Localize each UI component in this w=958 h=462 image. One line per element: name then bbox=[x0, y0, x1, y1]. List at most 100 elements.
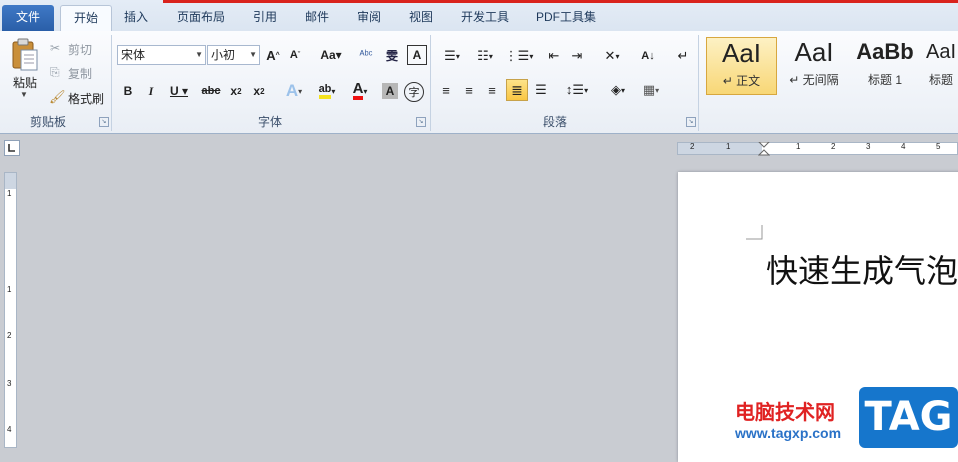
ruler-number: 2 bbox=[690, 142, 695, 151]
font-size-combo[interactable]: 小初 ▼ bbox=[207, 45, 260, 65]
horizontal-ruler[interactable]: 2 1 1 2 3 4 5 bbox=[677, 142, 958, 156]
font-group-label: 字体 bbox=[257, 115, 282, 129]
chevron-down-icon[interactable]: ▼ bbox=[195, 46, 203, 64]
increase-indent-icon[interactable]: ⇥ bbox=[567, 47, 587, 65]
character-shading-icon[interactable]: A bbox=[382, 83, 398, 99]
font-name-value: 宋体 bbox=[121, 48, 146, 62]
style-normal[interactable]: AaI ↵ 正文 bbox=[706, 37, 777, 95]
chinese-layout-icon[interactable]: ✕ ▾ bbox=[598, 47, 626, 65]
tab-file[interactable]: 文件 bbox=[2, 5, 54, 31]
align-left-icon[interactable]: ≡ bbox=[437, 81, 455, 99]
chevron-down-icon[interactable]: ▼ bbox=[249, 46, 257, 64]
sort-icon[interactable]: A↓ bbox=[638, 45, 658, 67]
underline-icon[interactable]: U ▾ bbox=[166, 81, 192, 101]
enclose-characters-icon[interactable]: 字 bbox=[404, 82, 424, 102]
dialog-launcher-icon[interactable]: ↘ bbox=[416, 117, 426, 127]
ruler-margin bbox=[5, 173, 16, 189]
style-name: ↵ 正文 bbox=[722, 74, 761, 88]
highlight-color-icon[interactable]: ab ▾ bbox=[312, 80, 342, 102]
ruler-number: 1 bbox=[726, 142, 731, 151]
ruler-number: 1 bbox=[796, 142, 801, 151]
ruler-number: 2 bbox=[831, 142, 836, 151]
format-painter-button[interactable]: 格式刷 bbox=[68, 90, 104, 107]
shrink-font-icon[interactable]: Aˇ bbox=[287, 46, 303, 64]
strikethrough-icon[interactable]: abc bbox=[200, 81, 222, 101]
paste-button[interactable]: 粘贴 bbox=[10, 74, 40, 91]
align-right-icon[interactable]: ≡ bbox=[483, 81, 501, 99]
ruler-number: 3 bbox=[866, 142, 871, 151]
style-sample: AaI bbox=[925, 41, 957, 63]
dialog-launcher-icon[interactable]: ↘ bbox=[686, 117, 696, 127]
chevron-down-icon[interactable]: ▼ bbox=[20, 90, 28, 99]
tab-review[interactable]: 审阅 bbox=[348, 5, 390, 30]
clear-formatting-icon[interactable]: ᴬᵇᶜ bbox=[356, 45, 376, 65]
style-name: 标题 bbox=[928, 73, 953, 87]
tab-developer[interactable]: 开发工具 bbox=[452, 5, 518, 30]
style-title[interactable]: AaI 标题 bbox=[924, 37, 958, 95]
style-no-spacing[interactable]: AaI ↵ 无间隔 bbox=[781, 37, 847, 95]
format-painter-icon[interactable]: 🖌 bbox=[49, 89, 66, 105]
style-name: 标题 1 bbox=[867, 73, 902, 87]
line-spacing-icon[interactable]: ↕☰ ▾ bbox=[563, 81, 591, 99]
document-text[interactable]: 快速生成气泡 bbox=[766, 246, 958, 292]
style-sample: AaBb bbox=[856, 39, 914, 64]
tab-insert[interactable]: 插入 bbox=[115, 5, 157, 30]
italic-icon[interactable]: I bbox=[143, 81, 159, 101]
tab-home[interactable]: 开始 bbox=[60, 5, 112, 32]
grow-font-icon[interactable]: A ^ bbox=[265, 46, 281, 64]
group-divider bbox=[698, 35, 699, 131]
borders-icon[interactable]: ▦ ▾ bbox=[637, 81, 665, 99]
watermark-site-name: 电脑技术网 bbox=[735, 400, 835, 424]
style-sample: AaI bbox=[721, 38, 762, 68]
subscript-icon[interactable]: x2 bbox=[227, 81, 245, 101]
tab-mailings[interactable]: 邮件 bbox=[296, 5, 338, 30]
font-size-value: 小初 bbox=[211, 48, 236, 62]
font-color-icon[interactable]: A ▾ bbox=[346, 80, 374, 102]
paragraph-group-label: 段落 bbox=[542, 115, 567, 129]
ruler-number: 1 bbox=[7, 285, 12, 294]
justify-icon[interactable]: ≣ bbox=[506, 79, 528, 101]
text-effects-icon[interactable]: A ▾ bbox=[280, 80, 308, 102]
show-marks-icon[interactable]: ↵ bbox=[674, 47, 692, 65]
vertical-ruler[interactable]: 1 1 2 3 4 bbox=[4, 172, 17, 448]
ruler-number: 4 bbox=[7, 425, 12, 434]
cut-button[interactable]: 剪切 bbox=[68, 41, 92, 58]
tab-selector-icon[interactable] bbox=[4, 140, 20, 156]
numbering-icon[interactable]: ☷ ▾ bbox=[470, 47, 500, 65]
ruler-number: 1 bbox=[7, 189, 12, 198]
ruler-number: 3 bbox=[7, 379, 12, 388]
indent-marker-icon[interactable] bbox=[758, 142, 770, 156]
decrease-indent-icon[interactable]: ⇤ bbox=[544, 47, 564, 65]
superscript-icon[interactable]: x2 bbox=[250, 81, 268, 101]
copy-icon[interactable]: ⎘ bbox=[50, 65, 60, 80]
title-accent-line bbox=[163, 0, 958, 3]
bold-icon[interactable]: B bbox=[120, 81, 136, 101]
tab-pdf-tools[interactable]: PDF工具集 bbox=[528, 5, 604, 30]
distributed-icon[interactable]: ☰ bbox=[532, 81, 550, 99]
scissors-icon[interactable]: ✂ bbox=[50, 41, 60, 55]
tag-logo-badge: TAG bbox=[859, 387, 958, 448]
change-case-icon[interactable]: Aa▾ bbox=[318, 46, 344, 64]
phonetic-guide-icon[interactable]: 雯 bbox=[381, 45, 403, 65]
paste-icon[interactable] bbox=[10, 38, 40, 72]
dialog-launcher-icon[interactable]: ↘ bbox=[99, 117, 109, 127]
font-name-combo[interactable]: 宋体 ▼ bbox=[117, 45, 206, 65]
multilevel-list-icon[interactable]: ⋮☰ ▾ bbox=[504, 47, 534, 65]
clipboard-group-label: 剪贴板 bbox=[29, 115, 66, 129]
tab-references[interactable]: 引用 bbox=[244, 5, 286, 30]
ruler-number: 2 bbox=[7, 331, 12, 340]
watermark-url: www.tagxp.com bbox=[735, 425, 842, 441]
ruler-number: 5 bbox=[936, 142, 941, 151]
style-sample: AaI bbox=[794, 37, 834, 67]
style-heading-1[interactable]: AaBb 标题 1 bbox=[852, 37, 918, 95]
character-border-icon[interactable]: A bbox=[407, 45, 427, 65]
style-name: ↵ 无间隔 bbox=[789, 73, 839, 87]
margin-corner-icon bbox=[746, 225, 763, 240]
align-center-icon[interactable]: ≡ bbox=[460, 81, 478, 99]
bullets-icon[interactable]: ☰ ▾ bbox=[438, 47, 466, 65]
tab-page-layout[interactable]: 页面布局 bbox=[168, 5, 234, 30]
copy-button[interactable]: 复制 bbox=[68, 65, 92, 82]
ruler-number: 4 bbox=[901, 142, 906, 151]
tab-view[interactable]: 视图 bbox=[400, 5, 442, 30]
shading-icon[interactable]: ◈ ▾ bbox=[604, 81, 632, 99]
